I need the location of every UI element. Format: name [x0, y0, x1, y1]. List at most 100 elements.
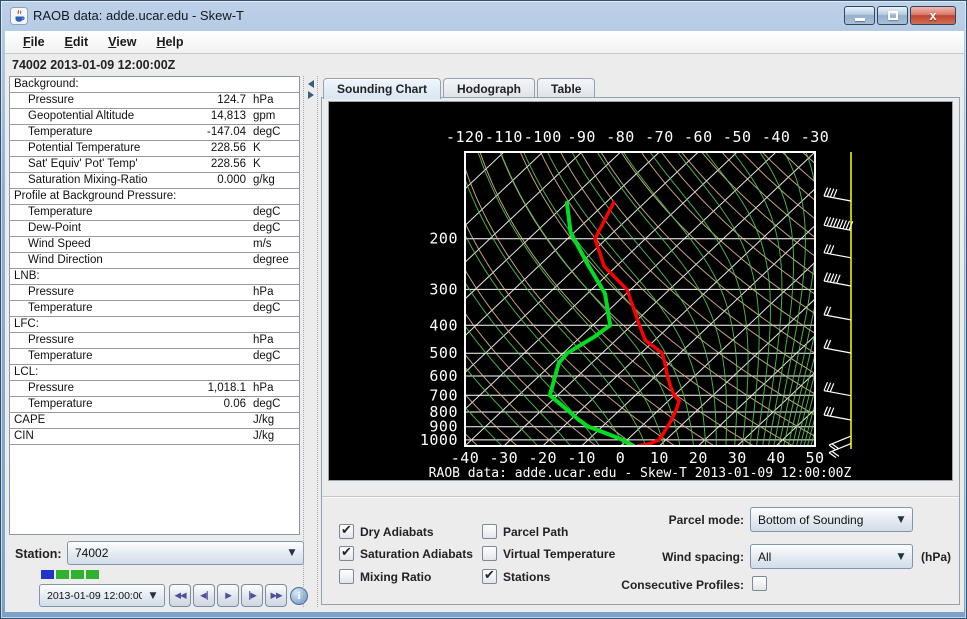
wind-barb — [824, 340, 851, 354]
timeline-step[interactable] — [56, 570, 69, 579]
info-row-value — [34, 429, 246, 444]
step-forward-button[interactable]: |▶ — [241, 584, 263, 607]
chevron-down-icon[interactable]: ▼ — [890, 515, 912, 525]
timeline-step[interactable] — [41, 570, 54, 579]
info-row-value — [74, 333, 246, 348]
close-button[interactable]: x — [910, 6, 956, 25]
virtual-temperature-checkbox[interactable] — [482, 546, 497, 561]
menu-view[interactable]: View — [98, 32, 146, 52]
info-row-value — [38, 365, 246, 380]
split-pane-divider[interactable] — [303, 76, 318, 607]
tab-table[interactable]: Table — [537, 78, 595, 99]
wind-barb — [824, 273, 851, 287]
info-row-label: Dew-Point — [28, 221, 81, 236]
info-row-unit — [246, 317, 292, 332]
chevron-down-icon[interactable]: ▼ — [281, 548, 303, 558]
info-row-unit: hPa — [246, 333, 292, 348]
info-row: TemperaturedegC — [10, 205, 299, 221]
info-row: LNB: — [10, 269, 299, 285]
window-title: RAOB data: adde.ucar.edu - Skew-T — [33, 8, 244, 23]
tab-hodograph[interactable]: Hodograph — [443, 78, 535, 99]
java-app-icon — [10, 7, 28, 25]
wind-spacing-label: Wind spacing: — [564, 550, 744, 564]
go-last-icon: ▶▶ — [270, 591, 281, 601]
wind-barb — [824, 407, 851, 421]
wind-spacing-combobox[interactable]: All ▼ — [750, 544, 913, 569]
mixing-ratio-checkbox[interactable] — [339, 569, 354, 584]
skew-t-chart[interactable]: -120-110-100-90-80-70-60-50-40-30-40-30-… — [328, 101, 953, 481]
info-row: Wind Directiondegree — [10, 253, 299, 269]
info-row: Temperature0.06degC — [10, 397, 299, 413]
info-icon: i — [297, 590, 300, 602]
parcel-mode-combobox[interactable]: Bottom of Sounding ▼ — [750, 507, 913, 532]
station-combobox[interactable]: 74002 ▼ — [67, 541, 304, 565]
minimize-button[interactable] — [844, 6, 875, 25]
info-row: LFC: — [10, 317, 299, 333]
svg-text:700: 700 — [429, 386, 458, 404]
info-row-unit: gpm — [246, 109, 292, 124]
step-back-button[interactable]: ◀| — [193, 584, 215, 607]
go-last-button[interactable]: ▶▶ — [265, 584, 287, 607]
title-bar: RAOB data: adde.ucar.edu - Skew-T x — [1, 1, 966, 31]
minimize-icon — [855, 18, 865, 21]
maximize-button[interactable] — [877, 6, 908, 25]
info-row-label: Wind Speed — [28, 237, 91, 252]
info-row-label: LFC: — [14, 317, 39, 332]
info-row-unit: degC — [246, 301, 292, 316]
svg-text:600: 600 — [429, 367, 458, 385]
wind-barb — [824, 188, 851, 202]
info-row-unit: J/kg — [246, 413, 292, 428]
app-window: RAOB data: adde.ucar.edu - Skew-T x File… — [0, 0, 967, 619]
play-button[interactable]: ▶ — [217, 584, 239, 607]
svg-text:-40: -40 — [451, 449, 480, 467]
station-datetime-header: 74002 2013-01-09 12:00:00Z — [12, 58, 175, 72]
time-combobox[interactable]: 2013-01-09 12:00:00Z ▼ — [39, 584, 165, 607]
info-row-label: Geopotential Altitude — [28, 109, 134, 124]
wind-barb — [824, 306, 851, 320]
chevron-down-icon[interactable]: ▼ — [890, 552, 912, 562]
menu-edit[interactable]: Edit — [55, 32, 99, 52]
collapse-left-icon[interactable] — [308, 80, 314, 88]
display-controls: Dry Adiabats Saturation Adiabats Mixing … — [322, 496, 959, 604]
parcel-path-checkbox[interactable] — [482, 524, 497, 539]
svg-text:-20: -20 — [528, 449, 557, 467]
svg-text:-90: -90 — [567, 128, 596, 146]
info-row-value — [74, 285, 246, 300]
view-tabs: Sounding Chart Hodograph Table — [323, 77, 597, 98]
tab-sounding-chart[interactable]: Sounding Chart — [323, 78, 441, 99]
collapse-right-icon[interactable] — [308, 91, 314, 99]
info-row: LCL: — [10, 365, 299, 381]
mixing-ratio-label: Mixing Ratio — [360, 570, 431, 584]
timeline-step[interactable] — [71, 570, 84, 579]
svg-text:1000: 1000 — [420, 431, 458, 449]
svg-text:-40: -40 — [762, 128, 791, 146]
step-forward-icon: |▶ — [248, 591, 256, 601]
consecutive-profiles-checkbox[interactable] — [752, 576, 767, 591]
info-row-label: Profile at Background Pressure: — [14, 189, 176, 204]
info-row-value — [79, 77, 246, 92]
info-row-value: -147.04 — [93, 125, 246, 140]
menu-file[interactable]: File — [13, 32, 55, 52]
svg-text:10: 10 — [650, 449, 669, 467]
info-row-unit — [246, 77, 292, 92]
dry-adiabats-label: Dry Adiabats — [360, 525, 434, 539]
saturation-adiabats-checkbox[interactable] — [339, 546, 354, 561]
info-row-unit: hPa — [246, 285, 292, 300]
go-first-button[interactable]: ◀◀ — [169, 584, 191, 607]
info-row-unit: degC — [246, 397, 292, 412]
time-combobox-value: 2013-01-09 12:00:00Z — [40, 590, 142, 602]
timeline-step[interactable] — [86, 570, 99, 579]
menu-help[interactable]: Help — [146, 32, 193, 52]
svg-text:-110: -110 — [485, 128, 523, 146]
dry-adiabats-checkbox[interactable] — [339, 524, 354, 539]
svg-text:-30: -30 — [801, 128, 830, 146]
info-row-value — [93, 205, 246, 220]
chevron-down-icon[interactable]: ▼ — [142, 591, 164, 601]
info-row-value — [91, 237, 246, 252]
info-row: Pressure1,018.1hPa — [10, 381, 299, 397]
svg-text:-30: -30 — [490, 449, 519, 467]
parcel-mode-label: Parcel mode: — [564, 513, 744, 527]
info-row-value: 228.56 — [140, 141, 246, 156]
stations-checkbox[interactable] — [482, 569, 497, 584]
svg-text:-120: -120 — [446, 128, 484, 146]
